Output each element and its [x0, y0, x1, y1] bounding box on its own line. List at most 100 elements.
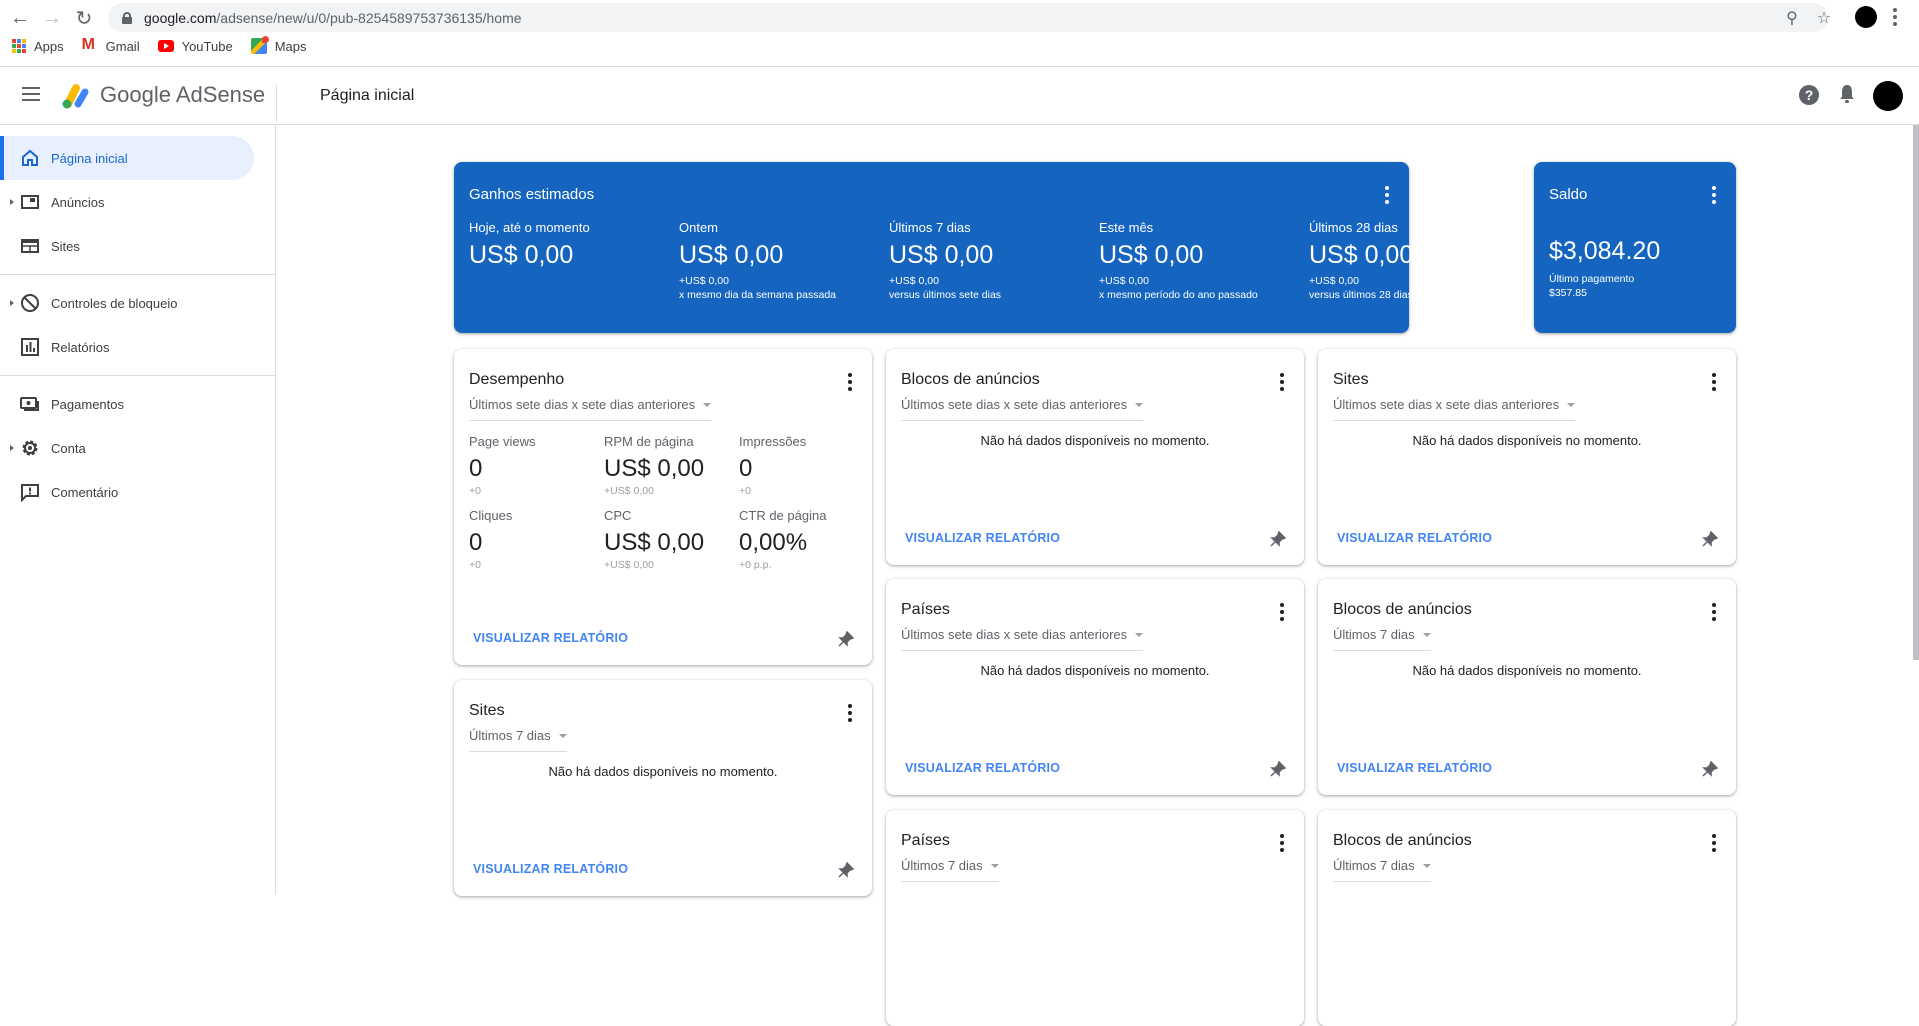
period-dropdown[interactable]: Últimos sete dias x sete dias anteriores	[901, 627, 1144, 651]
pin-icon[interactable]	[1702, 531, 1718, 547]
more-options-icon[interactable]	[1280, 373, 1284, 394]
last-payment: Último pagamento $357.85	[1549, 273, 1635, 299]
earnings-metric: Hoje, até o momento US$ 0,00	[469, 220, 590, 269]
reload-button[interactable]: ↻	[72, 6, 96, 30]
period-dropdown[interactable]: Últimos 7 dias	[1333, 627, 1431, 651]
perf-metric: RPM de página US$ 0,00 +US$ 0,00	[604, 434, 705, 497]
more-options-icon[interactable]	[1712, 834, 1716, 855]
sidebar-item-feedback[interactable]: Comentário	[0, 470, 275, 514]
sites-compare-card: Sites Últimos sete dias x sete dias ante…	[1318, 349, 1736, 565]
sidebar-item-ads[interactable]: Anúncios	[0, 180, 275, 224]
dropdown-arrow-icon	[558, 733, 567, 738]
card-title: Sites	[1333, 371, 1369, 388]
gmail-icon	[82, 36, 98, 54]
no-data-message: Não há dados disponíveis no momento.	[1412, 433, 1642, 448]
feedback-icon	[21, 484, 39, 502]
bookmark-youtube[interactable]: YouTube	[157, 38, 233, 54]
sidebar-item-payments[interactable]: Pagamentos	[0, 382, 275, 426]
dropdown-arrow-icon	[1567, 402, 1576, 407]
dropdown-arrow-icon	[1422, 632, 1431, 637]
sidebar-nav: Página inicial Anúncios Sites Controles …	[0, 125, 276, 894]
no-data-message: Não há dados disponíveis no momento.	[1412, 663, 1642, 678]
dropdown-arrow-icon	[990, 863, 999, 868]
earnings-metric: Últimos 28 dias US$ 0,00 +US$ 0,00 versus…	[1309, 220, 1414, 301]
back-button[interactable]: ←	[8, 6, 32, 30]
bookmarks-bar: Apps Gmail YouTube Maps	[12, 36, 306, 54]
brand-name[interactable]: Google AdSense	[100, 82, 265, 108]
pin-icon[interactable]	[838, 631, 854, 647]
page-scrollbar[interactable]	[1913, 125, 1919, 660]
more-options-icon[interactable]	[1712, 186, 1716, 207]
period-dropdown[interactable]: Últimos sete dias x sete dias anteriores	[1333, 397, 1576, 421]
more-options-icon[interactable]	[848, 704, 852, 725]
card-title: Países	[901, 601, 950, 618]
perf-metric: Cliques 0 +0	[469, 508, 513, 571]
view-report-link[interactable]: VISUALIZAR RELATÓRIO	[1337, 531, 1492, 545]
star-icon[interactable]: ☆	[1813, 7, 1835, 29]
period-dropdown[interactable]: Últimos 7 dias	[1333, 858, 1431, 882]
address-bar[interactable]: google.com/adsense/new/u/0/pub-825458975…	[108, 3, 1831, 32]
card-title: Blocos de anúncios	[901, 371, 1040, 388]
more-options-icon[interactable]	[1712, 603, 1716, 624]
app-header: Google AdSense Página inicial ?	[0, 67, 1919, 125]
expand-caret-icon[interactable]	[10, 300, 14, 306]
pin-icon[interactable]	[1270, 531, 1286, 547]
period-dropdown[interactable]: Últimos 7 dias	[901, 858, 999, 882]
countries-7d-card: Países Últimos 7 dias	[886, 810, 1304, 1026]
bookmark-apps[interactable]: Apps	[12, 38, 64, 54]
sidebar-item-account[interactable]: Conta	[0, 426, 275, 470]
sidebar-item-home[interactable]: Página inicial	[0, 136, 254, 180]
pin-icon[interactable]	[838, 862, 854, 878]
sidebar-divider	[0, 274, 275, 275]
menu-icon[interactable]	[22, 87, 40, 101]
no-data-message: Não há dados disponíveis no momento.	[980, 433, 1210, 448]
notifications-bell-icon[interactable]	[1838, 83, 1856, 105]
sidebar-item-sites[interactable]: Sites	[0, 224, 275, 268]
help-icon[interactable]: ?	[1799, 85, 1819, 105]
reports-icon	[21, 338, 39, 356]
more-options-icon[interactable]	[1385, 186, 1389, 207]
expand-caret-icon[interactable]	[10, 199, 14, 205]
perf-metric: Page views 0 +0	[469, 434, 536, 497]
period-dropdown[interactable]: Últimos 7 dias	[469, 728, 567, 752]
view-report-link[interactable]: VISUALIZAR RELATÓRIO	[1337, 761, 1492, 775]
browser-menu-icon[interactable]	[1893, 8, 1897, 26]
account-avatar[interactable]	[1873, 81, 1903, 111]
sites-7d-card: Sites Últimos 7 dias Não há dados dispon…	[454, 680, 872, 896]
no-data-message: Não há dados disponíveis no momento.	[548, 764, 778, 779]
pin-icon[interactable]	[1270, 761, 1286, 777]
header-divider	[276, 85, 277, 121]
payments-icon	[20, 397, 39, 411]
view-report-link[interactable]: VISUALIZAR RELATÓRIO	[473, 862, 628, 876]
sidebar-item-reports[interactable]: Relatórios	[0, 325, 275, 369]
browser-toolbar: ← → ↻ google.com/adsense/new/u/0/pub-825…	[0, 0, 1919, 67]
sidebar-item-blocking-controls[interactable]: Controles de bloqueio	[0, 281, 275, 325]
period-dropdown[interactable]: Últimos sete dias x sete dias anteriores	[469, 397, 712, 421]
url-text[interactable]: google.com/adsense/new/u/0/pub-825458975…	[144, 10, 522, 26]
bookmark-maps[interactable]: Maps	[250, 36, 306, 54]
sites-icon	[21, 239, 39, 253]
period-dropdown[interactable]: Últimos sete dias x sete dias anteriores	[901, 397, 1144, 421]
view-report-link[interactable]: VISUALIZAR RELATÓRIO	[905, 761, 1060, 775]
perf-metric: Impressões 0 +0	[739, 434, 807, 497]
home-icon	[22, 149, 38, 166]
more-options-icon[interactable]	[1280, 603, 1284, 624]
expand-caret-icon[interactable]	[10, 445, 14, 451]
lock-icon	[122, 11, 132, 24]
forward-button[interactable]: →	[40, 6, 64, 30]
card-title: Blocos de anúncios	[1333, 832, 1472, 849]
dropdown-arrow-icon	[1422, 863, 1431, 868]
more-options-icon[interactable]	[1712, 373, 1716, 394]
view-report-link[interactable]: VISUALIZAR RELATÓRIO	[905, 531, 1060, 545]
bookmark-gmail[interactable]: Gmail	[82, 36, 140, 54]
more-options-icon[interactable]	[848, 373, 852, 394]
apps-grid-icon	[12, 39, 26, 53]
dropdown-arrow-icon	[1135, 402, 1144, 407]
browser-profile-avatar[interactable]	[1855, 6, 1877, 28]
ad-units-7d-card: Blocos de anúncios Últimos 7 dias Não há…	[1318, 579, 1736, 795]
more-options-icon[interactable]	[1280, 834, 1284, 855]
view-report-link[interactable]: VISUALIZAR RELATÓRIO	[473, 631, 628, 645]
zoom-out-icon[interactable]: ⚲	[1781, 7, 1803, 29]
sidebar-divider	[0, 375, 275, 376]
pin-icon[interactable]	[1702, 761, 1718, 777]
